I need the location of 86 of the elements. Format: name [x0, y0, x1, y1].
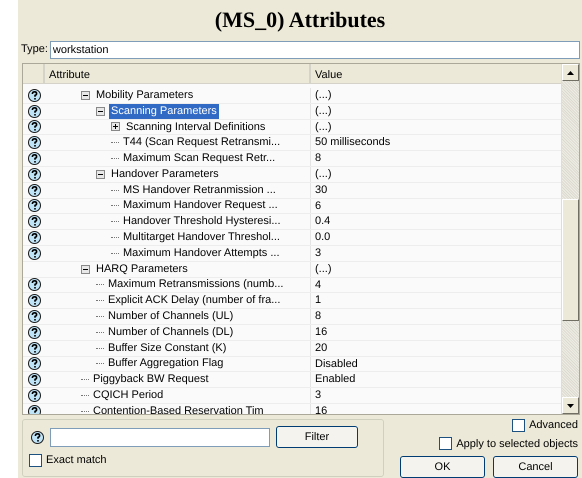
help-icon[interactable]: [28, 404, 40, 414]
attribute-value[interactable]: (...): [311, 262, 561, 277]
attribute-value[interactable]: 0.0: [311, 230, 561, 245]
help-icon[interactable]: [31, 430, 44, 444]
attribute-name[interactable]: Scanning Interval Definitions: [124, 120, 268, 134]
scroll-down-icon[interactable]: [567, 404, 574, 408]
attribute-value[interactable]: 50 milliseconds: [311, 135, 561, 150]
attribute-value[interactable]: 6: [311, 198, 561, 214]
attribute-value[interactable]: 1: [311, 293, 561, 308]
help-icon[interactable]: [28, 136, 40, 150]
attribute-value[interactable]: 4: [311, 278, 561, 292]
attribute-name[interactable]: HARQ Parameters: [94, 262, 190, 277]
help-icon[interactable]: [28, 389, 40, 402]
help-icon[interactable]: [28, 215, 40, 228]
expand-toggle-icon[interactable]: [96, 106, 105, 116]
attribute-name[interactable]: Contention-Based Reservation Tim: [91, 404, 266, 414]
checkbox[interactable]: [439, 437, 452, 450]
attribute-name[interactable]: Scanning Parameters: [109, 104, 219, 119]
attribute-value[interactable]: 8: [311, 309, 561, 324]
attribute-value[interactable]: (...): [311, 166, 561, 182]
column-header[interactable]: Value: [311, 64, 561, 83]
scrollbar[interactable]: [561, 64, 579, 414]
window-title: (MS_0) Attributes: [214, 6, 386, 34]
attribute-name[interactable]: Handover Parameters: [109, 166, 221, 182]
attribute-name[interactable]: MS Handover Retranmission ...: [121, 182, 278, 198]
attribute-value[interactable]: (...): [311, 104, 561, 119]
help-icon[interactable]: [28, 231, 40, 244]
checkbox[interactable]: [29, 454, 42, 467]
checkbox[interactable]: [512, 418, 526, 432]
attribute-value[interactable]: 16: [311, 324, 561, 340]
type-label: Type:: [21, 42, 48, 58]
help-icon[interactable]: [28, 294, 40, 308]
attribute-name[interactable]: Number of Channels (UL): [106, 309, 236, 324]
attribute-name[interactable]: Handover Threshold Hysteresi...: [121, 214, 283, 230]
help-icon[interactable]: [28, 326, 40, 339]
attribute-name[interactable]: Number of Channels (DL): [106, 324, 236, 340]
expand-toggle-icon[interactable]: [81, 90, 90, 100]
attribute-value[interactable]: 8: [311, 151, 561, 166]
attribute-value[interactable]: (...): [311, 88, 561, 103]
filter-field[interactable]: [50, 428, 270, 446]
help-icon[interactable]: [28, 357, 40, 370]
help-icon[interactable]: [28, 373, 40, 386]
expand-toggle-icon[interactable]: [81, 264, 90, 274]
attribute-name[interactable]: Maximum Scan Request Retr...: [121, 151, 278, 166]
attribute-value[interactable]: 16: [311, 404, 561, 414]
checkbox-label[interactable]: Apply to selected objects: [456, 436, 578, 452]
help-icon[interactable]: [28, 120, 40, 134]
expand-toggle-icon[interactable]: [111, 122, 120, 132]
help-icon[interactable]: [28, 152, 40, 166]
expand-toggle-icon[interactable]: [96, 170, 105, 179]
attribute-value[interactable]: 20: [311, 340, 561, 356]
help-icon[interactable]: [28, 342, 40, 355]
attribute-name[interactable]: T44 (Scan Request Retransmi...: [121, 135, 282, 150]
help-icon[interactable]: [28, 104, 40, 118]
attribute-value[interactable]: Disabled: [311, 356, 561, 372]
scroll-up-icon[interactable]: [567, 70, 574, 74]
help-icon[interactable]: [28, 199, 40, 212]
type-field[interactable]: workstation: [50, 40, 580, 58]
dialog-button[interactable]: Cancel: [493, 456, 578, 478]
filter-button[interactable]: Filter: [276, 426, 358, 448]
attribute-name[interactable]: Maximum Retransmissions (numb...: [106, 277, 286, 292]
attribute-name[interactable]: Buffer Aggregation Flag: [106, 356, 226, 372]
attribute-name[interactable]: Piggyback BW Request: [91, 372, 211, 388]
attribute-name[interactable]: CQICH Period: [91, 388, 166, 404]
attribute-name[interactable]: Mobility Parameters: [94, 88, 196, 103]
help-icon[interactable]: [28, 184, 40, 197]
help-icon[interactable]: [28, 310, 40, 324]
help-icon[interactable]: [28, 168, 40, 181]
attribute-name[interactable]: Multitarget Handover Threshol...: [121, 230, 282, 246]
attribute-value[interactable]: 30: [311, 182, 561, 198]
checkbox-label[interactable]: Advanced: [529, 417, 578, 434]
attribute-name[interactable]: Maximum Handover Attempts ...: [121, 246, 282, 261]
attribute-value[interactable]: 0.4: [311, 214, 561, 230]
attribute-value[interactable]: 3: [311, 388, 561, 403]
attribute-value[interactable]: 3: [311, 246, 561, 261]
attribute-name[interactable]: Maximum Handover Request ...: [121, 198, 280, 214]
attribute-value[interactable]: (...): [311, 120, 561, 134]
column-header[interactable]: Attribute: [45, 64, 311, 83]
attribute-name[interactable]: Explicit ACK Delay (number of fra...: [106, 293, 282, 308]
help-icon[interactable]: [28, 278, 40, 292]
help-icon[interactable]: [28, 246, 40, 260]
attribute-value[interactable]: Enabled: [311, 372, 561, 388]
dialog-button[interactable]: OK: [400, 456, 485, 478]
attribute-name[interactable]: Buffer Size Constant (K): [106, 340, 228, 356]
checkbox-label[interactable]: Exact match: [46, 452, 107, 468]
help-icon[interactable]: [28, 88, 40, 102]
